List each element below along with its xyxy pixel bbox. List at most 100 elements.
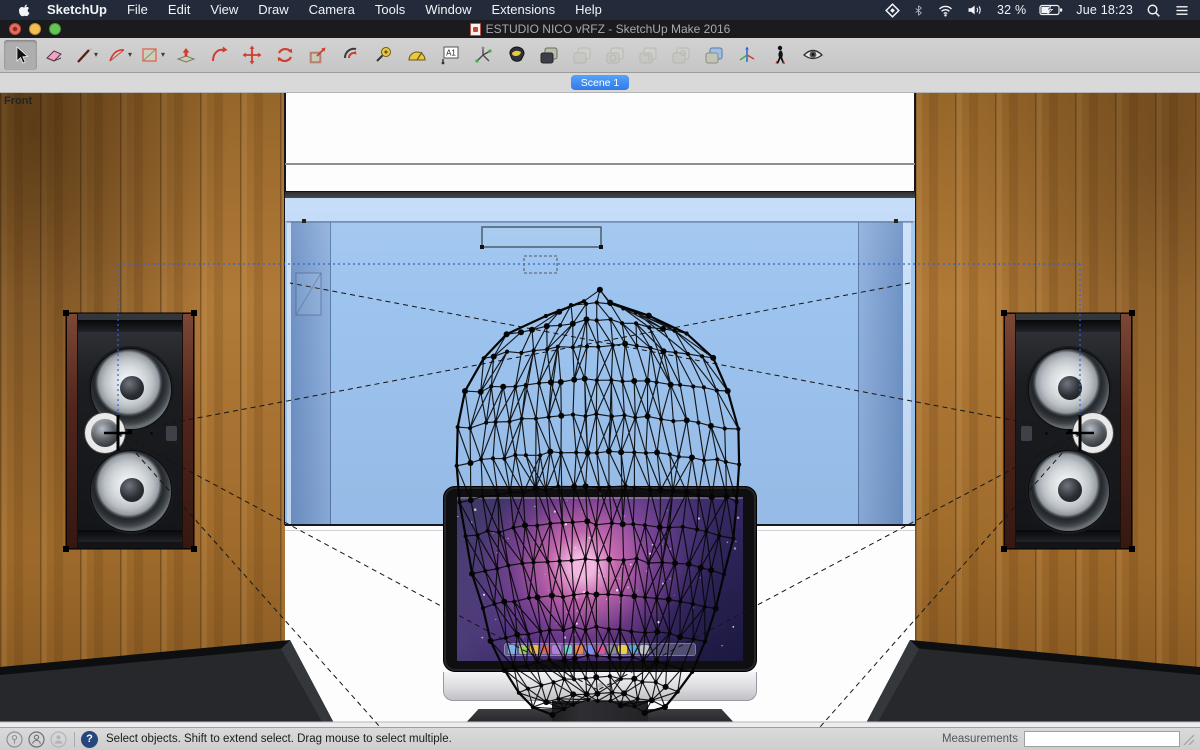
offset-tool-button[interactable]: [334, 40, 367, 70]
rgb-axes-icon: [737, 45, 757, 65]
credit-status-button[interactable]: [28, 731, 45, 748]
measurements-input[interactable]: [1024, 731, 1180, 747]
component-tool-4-button[interactable]: [631, 40, 664, 70]
measurements-label: Measurements: [942, 733, 1018, 745]
protractor-icon: [407, 46, 427, 64]
tape-measure-tool-button[interactable]: [367, 40, 400, 70]
menu-bar-clock[interactable]: Jue 18:23: [1076, 3, 1133, 17]
scene-tab-bar: Scene 1: [0, 73, 1200, 93]
battery-charging-icon[interactable]: [1039, 4, 1063, 16]
volume-icon[interactable]: [967, 3, 984, 17]
help-button[interactable]: ?: [81, 731, 98, 748]
speaker-wood-rail: [66, 313, 78, 549]
ceiling-line: [285, 163, 915, 165]
battery-percent: 32 %: [997, 3, 1026, 17]
walk-figure-icon: [772, 45, 788, 65]
paint-bucket-tool-button[interactable]: [499, 40, 532, 70]
component-icon: [637, 45, 659, 65]
component-blue-button[interactable]: [697, 40, 730, 70]
component-icon: [604, 45, 626, 65]
rotate-icon: [275, 45, 295, 65]
apple-menu[interactable]: [18, 3, 31, 18]
imac-stand-pedestal: [552, 700, 648, 727]
arc-tool-button[interactable]: ▾: [103, 40, 136, 70]
component-icon: [703, 45, 725, 65]
speaker-wood-rail: [1004, 313, 1016, 549]
axes-rgb-tool-button[interactable]: [730, 40, 763, 70]
speaker-port: [1016, 320, 1120, 332]
geolocation-status-button[interactable]: [6, 731, 23, 748]
window-title-bar: ESTUDIO NICO vRFZ - SketchUp Make 2016: [0, 20, 1200, 38]
component-tool-5-button[interactable]: [664, 40, 697, 70]
component-icon: [670, 45, 692, 65]
axes-icon: [473, 45, 493, 65]
bluetooth-icon[interactable]: [913, 3, 924, 18]
eye-icon: [802, 47, 824, 63]
eraser-icon: [44, 45, 64, 65]
rotate-tool-button[interactable]: [268, 40, 301, 70]
minimize-window-button[interactable]: [29, 23, 41, 35]
menu-item-edit[interactable]: Edit: [158, 0, 200, 20]
menu-item-file[interactable]: File: [117, 0, 158, 20]
speaker-screw: [1045, 432, 1048, 435]
eraser-tool-button[interactable]: [37, 40, 70, 70]
follow-me-tool-button[interactable]: [202, 40, 235, 70]
component-icon: [538, 45, 560, 65]
speaker-woofer: [1028, 450, 1110, 532]
menu-item-help[interactable]: Help: [565, 0, 612, 20]
pencil-icon: [75, 46, 93, 64]
move-tool-button[interactable]: [235, 40, 268, 70]
scene-tab-1[interactable]: Scene 1: [571, 75, 629, 90]
select-tool-button[interactable]: [4, 40, 37, 70]
camera-view-label: Front: [4, 95, 32, 107]
imac-camera-dot: [599, 492, 602, 495]
axes-tool-button[interactable]: [466, 40, 499, 70]
look-around-tool-button[interactable]: [796, 40, 829, 70]
component-tool-3-button[interactable]: [598, 40, 631, 70]
speaker-logo-badge: [166, 426, 177, 441]
move-icon: [242, 45, 262, 65]
diamond-app-icon[interactable]: [885, 3, 900, 18]
speaker-wood-rail: [182, 313, 194, 549]
text-tool-button[interactable]: A1: [433, 40, 466, 70]
menu-item-camera[interactable]: Camera: [299, 0, 365, 20]
follow-me-icon: [209, 45, 229, 65]
resize-grip[interactable]: [1183, 734, 1194, 745]
menu-item-sketchup[interactable]: SketchUp: [37, 0, 117, 20]
speaker-tweeter: [85, 413, 125, 453]
selected-room-group: [285, 198, 915, 525]
push-pull-tool-button[interactable]: [169, 40, 202, 70]
model-viewport[interactable]: Front: [0, 93, 1200, 727]
menu-item-tools[interactable]: Tools: [365, 0, 415, 20]
dropdown-caret-icon: ▾: [161, 51, 165, 59]
status-bar: ? Select objects. Shift to extend select…: [0, 727, 1200, 750]
tape-measure-icon: [374, 45, 394, 65]
wifi-icon[interactable]: [937, 3, 954, 17]
close-window-button[interactable]: [9, 23, 21, 35]
menu-item-draw[interactable]: Draw: [248, 0, 298, 20]
protractor-tool-button[interactable]: [400, 40, 433, 70]
window-title: ESTUDIO NICO vRFZ - SketchUp Make 2016: [486, 22, 731, 36]
spotlight-search-icon[interactable]: [1146, 3, 1161, 18]
menu-item-view[interactable]: View: [200, 0, 248, 20]
component-icon: [571, 45, 593, 65]
offset-icon: [341, 45, 361, 65]
text-tool-a1-label: A1: [446, 49, 456, 58]
rectangle-icon: [140, 46, 160, 64]
zoom-window-button[interactable]: [49, 23, 61, 35]
dropdown-caret-icon: ▾: [128, 51, 132, 59]
menu-item-window[interactable]: Window: [415, 0, 481, 20]
dropdown-caret-icon: ▾: [94, 51, 98, 59]
walk-tool-button[interactable]: [763, 40, 796, 70]
line-tool-button[interactable]: ▾: [70, 40, 103, 70]
notification-center-icon[interactable]: [1174, 4, 1190, 17]
make-component-button[interactable]: [532, 40, 565, 70]
speaker-wood-rail: [1120, 313, 1132, 549]
rectangle-tool-button[interactable]: ▾: [136, 40, 169, 70]
menu-item-extensions[interactable]: Extensions: [481, 0, 565, 20]
select-arrow-icon: [11, 45, 31, 65]
sign-in-status-button[interactable]: [50, 731, 67, 748]
component-tool-2-button[interactable]: [565, 40, 598, 70]
speaker-logo-badge: [1021, 426, 1032, 441]
scale-tool-button[interactable]: [301, 40, 334, 70]
